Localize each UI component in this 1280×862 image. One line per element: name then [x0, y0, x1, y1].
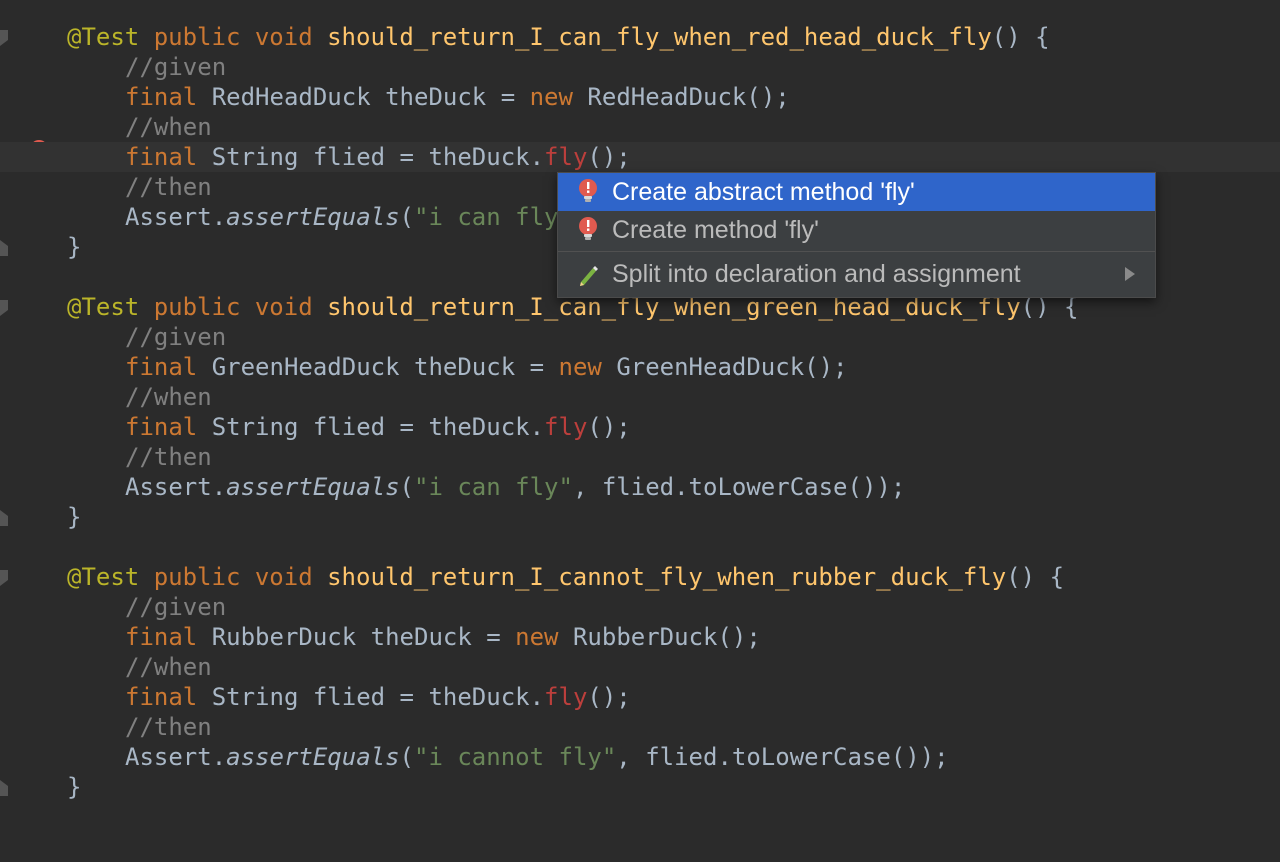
call-suffix: ();: [587, 413, 631, 441]
method-name: should_return_I_can_fly_when_red_head_du…: [327, 23, 992, 51]
code-line[interactable]: final GreenHeadDuck theDuck = new GreenH…: [0, 352, 1280, 382]
comment: //given: [125, 53, 227, 81]
assert-rest: , flied.toLowerCase());: [572, 473, 906, 501]
comment: //then: [125, 713, 212, 741]
menu-item-label: Create abstract method 'fly': [612, 178, 915, 206]
type-token: GreenHeadDuck: [211, 353, 400, 381]
variable-token: theDuck =: [370, 623, 501, 651]
assert-method: assertEquals: [226, 203, 400, 231]
code-line[interactable]: final RubberDuck theDuck = new RubberDuc…: [0, 622, 1280, 652]
code-line[interactable]: }: [0, 772, 1280, 802]
keyword-token: public: [153, 563, 241, 591]
code-line[interactable]: }: [0, 502, 1280, 532]
call-suffix: ();: [587, 143, 631, 171]
comment: //given: [125, 593, 227, 621]
closing-brace: }: [67, 773, 82, 801]
comment: //when: [125, 383, 212, 411]
assert-object: Assert.: [125, 743, 227, 771]
code-line[interactable]: //when: [0, 112, 1280, 142]
keyword-token: new: [529, 83, 573, 111]
closing-brace: }: [67, 503, 82, 531]
menu-item-create-abstract-method[interactable]: Create abstract method 'fly': [558, 173, 1155, 211]
keyword-token: final: [125, 353, 198, 381]
comment: //then: [125, 173, 212, 201]
comment: //given: [125, 323, 227, 351]
code-line[interactable]: //given: [0, 52, 1280, 82]
signature-tail: () {: [1006, 563, 1065, 591]
call-prefix: String flied = theDuck.: [211, 143, 545, 171]
keyword-token: new: [515, 623, 559, 651]
code-line[interactable]: @Test public void should_return_I_cannot…: [0, 562, 1280, 592]
keyword-token: final: [125, 83, 198, 111]
string-literal: "i cannot fly": [414, 743, 617, 771]
variable-token: theDuck =: [385, 83, 516, 111]
code-line[interactable]: Assert.assertEquals("i cannot fly", flie…: [0, 742, 1280, 772]
code-line[interactable]: //when: [0, 652, 1280, 682]
keyword-token: final: [125, 683, 198, 711]
assert-method: assertEquals: [226, 473, 400, 501]
code-line[interactable]: //given: [0, 592, 1280, 622]
menu-item-label: Split into declaration and assignment: [612, 260, 1021, 288]
paren: (: [399, 203, 414, 231]
comment: //when: [125, 113, 212, 141]
comment: //then: [125, 443, 212, 471]
code-editor[interactable]: @Test public void should_return_I_can_fl…: [0, 0, 1280, 810]
assert-object: Assert.: [125, 473, 227, 501]
code-line[interactable]: //then: [0, 442, 1280, 472]
signature-tail: () {: [991, 23, 1050, 51]
type-token: RedHeadDuck: [211, 83, 371, 111]
keyword-token: void: [254, 293, 313, 321]
paren: (: [399, 473, 414, 501]
code-line[interactable]: final String flied = theDuck.fly();: [0, 682, 1280, 712]
annotation-token: @Test: [67, 293, 140, 321]
code-line[interactable]: //when: [0, 382, 1280, 412]
call-suffix: ();: [587, 683, 631, 711]
code-line[interactable]: @Test public void should_return_I_can_fl…: [0, 22, 1280, 52]
assert-object: Assert.: [125, 203, 227, 231]
menu-item-split-declaration[interactable]: Split into declaration and assignment: [558, 255, 1155, 293]
assert-rest: , flied.toLowerCase());: [616, 743, 949, 771]
menu-separator: [558, 251, 1155, 252]
constructor-call: GreenHeadDuck();: [616, 353, 848, 381]
keyword-token: final: [125, 143, 198, 171]
unresolved-method-token[interactable]: fly: [544, 683, 587, 711]
code-line[interactable]: Assert.assertEquals("i can fly", flied.t…: [0, 472, 1280, 502]
code-line[interactable]: final RedHeadDuck theDuck = new RedHeadD…: [0, 82, 1280, 112]
pencil-icon: [577, 260, 599, 288]
call-prefix: String flied = theDuck.: [211, 683, 545, 711]
unresolved-method-token[interactable]: fly: [544, 143, 587, 171]
keyword-token: void: [254, 563, 313, 591]
string-literal: "i can fly": [414, 473, 573, 501]
error-bulb-icon: [577, 178, 599, 206]
unresolved-method-token[interactable]: fly: [544, 413, 587, 441]
keyword-token: public: [153, 23, 241, 51]
annotation-token: @Test: [67, 23, 140, 51]
keyword-token: void: [254, 23, 313, 51]
menu-item-label: Create method 'fly': [612, 216, 819, 244]
keyword-token: final: [125, 623, 198, 651]
error-bulb-icon: [577, 216, 599, 244]
variable-token: theDuck =: [414, 353, 545, 381]
assert-method: assertEquals: [226, 743, 400, 771]
closing-brace: }: [67, 233, 82, 261]
constructor-call: RubberDuck();: [572, 623, 761, 651]
annotation-token: @Test: [67, 563, 140, 591]
keyword-token: final: [125, 413, 198, 441]
string-literal: "i can fly": [414, 203, 573, 231]
method-name: should_return_I_cannot_fly_when_rubber_d…: [327, 563, 1007, 591]
submenu-arrow-icon: [1125, 267, 1135, 281]
code-line[interactable]: //given: [0, 322, 1280, 352]
intention-actions-popup[interactable]: Create abstract method 'fly' Create meth…: [557, 172, 1156, 298]
paren: (: [399, 743, 414, 771]
code-line[interactable]: //then: [0, 712, 1280, 742]
current-code-line[interactable]: final String flied = theDuck.fly();: [0, 142, 1280, 172]
call-prefix: String flied = theDuck.: [211, 413, 545, 441]
type-token: RubberDuck: [211, 623, 357, 651]
code-line[interactable]: final String flied = theDuck.fly();: [0, 412, 1280, 442]
constructor-call: RedHeadDuck();: [587, 83, 790, 111]
keyword-token: new: [558, 353, 602, 381]
comment: //when: [125, 653, 212, 681]
keyword-token: public: [153, 293, 241, 321]
menu-item-create-method[interactable]: Create method 'fly': [558, 211, 1155, 249]
